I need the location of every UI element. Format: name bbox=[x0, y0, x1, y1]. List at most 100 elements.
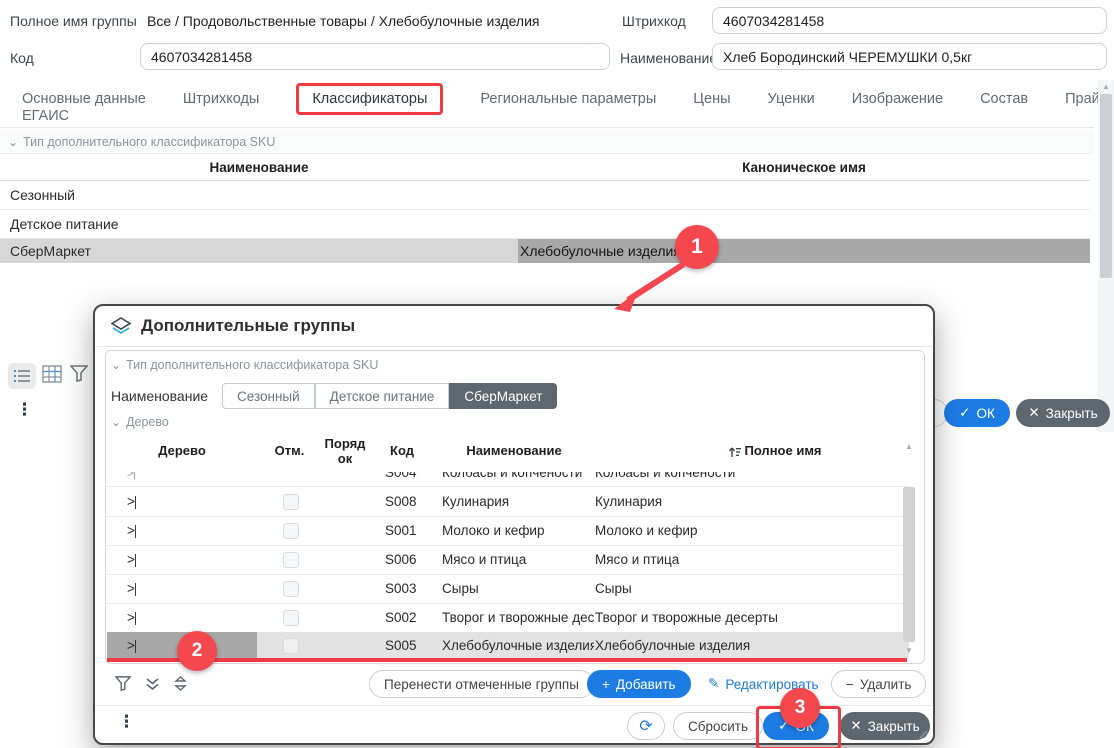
scroll-up-icon[interactable]: ▲ bbox=[1102, 82, 1110, 91]
tab-barcodes[interactable]: Штрихкоды bbox=[183, 91, 259, 107]
table-row[interactable]: Сезонный bbox=[0, 181, 1090, 210]
close-icon: ✕ bbox=[1028, 405, 1039, 421]
reset-button[interactable]: Сбросить bbox=[673, 712, 763, 740]
row-name: СберМаркет bbox=[10, 243, 91, 259]
check-icon: ✓ bbox=[959, 405, 970, 421]
classifier-section-bar[interactable]: ⌄ Тип дополнительного классификатора SKU bbox=[0, 131, 1094, 153]
segment-seasonal[interactable]: Сезонный bbox=[222, 383, 315, 409]
row-checkbox[interactable] bbox=[283, 610, 299, 626]
segment-sbermarket[interactable]: СберМаркет bbox=[449, 383, 557, 409]
mcol-tree[interactable]: Дерево bbox=[107, 444, 257, 459]
table-row[interactable]: >| S008 Кулинария Кулинария bbox=[107, 487, 909, 517]
table-row-selected[interactable]: СберМаркет Хлебобулочные изделия bbox=[0, 239, 1090, 263]
tree-expand-icon[interactable]: >| bbox=[127, 487, 136, 516]
table-row-clipped[interactable]: >| S004 Колбасы и копчености Колбасы и к… bbox=[107, 472, 909, 486]
tab-prices[interactable]: Цены bbox=[693, 91, 730, 107]
modal-toolbar-icons bbox=[115, 676, 187, 691]
tree-expand-icon[interactable]: >| bbox=[127, 516, 136, 545]
dialog-name-label: Наименование bbox=[111, 388, 208, 404]
chevron-down-icon: ⌄ bbox=[8, 135, 18, 149]
tree-section[interactable]: ⌄ Дерево bbox=[111, 415, 169, 429]
dialog-classifier-section[interactable]: ⌄ Тип дополнительного классификатора SKU bbox=[111, 358, 378, 372]
tab-composition[interactable]: Состав bbox=[980, 91, 1028, 107]
annotation-underline bbox=[107, 658, 907, 662]
barcode-input[interactable] bbox=[712, 7, 1107, 34]
modal-scrollbar-thumb[interactable] bbox=[903, 487, 915, 642]
name-label: Наименование bbox=[620, 50, 717, 66]
app-window: Полное имя группы Все / Продовольственны… bbox=[0, 0, 1114, 748]
mcol-fullname[interactable]: Полное имя bbox=[655, 444, 895, 459]
selected-cell-name: СберМаркет bbox=[0, 239, 518, 263]
mcol-checked[interactable]: Отм. bbox=[257, 444, 322, 459]
column-header-canonical[interactable]: Каноническое имя bbox=[518, 160, 1090, 175]
tree-expand-icon[interactable]: >| bbox=[127, 603, 136, 632]
cell-full: Творог и творожные десерты bbox=[595, 603, 905, 632]
cell-code: S004 bbox=[385, 472, 417, 480]
filter-icon[interactable] bbox=[115, 676, 131, 691]
tree-expand-icon[interactable]: >| bbox=[127, 632, 136, 658]
cell-name: Творог и творожные десерты bbox=[442, 603, 594, 632]
cell-code: S006 bbox=[385, 545, 417, 574]
group-name-label: Полное имя группы bbox=[10, 13, 137, 29]
page-ok-button[interactable]: ✓ ОК bbox=[944, 399, 1010, 427]
cell-name: Кулинария bbox=[442, 487, 594, 516]
tab-markdowns[interactable]: Уценки bbox=[768, 91, 815, 107]
cell-name: Сыры bbox=[442, 574, 594, 603]
table-row[interactable]: >| S003 Сыры Сыры bbox=[107, 574, 909, 604]
tab-image[interactable]: Изображение bbox=[852, 91, 943, 107]
cell-code: S003 bbox=[385, 574, 417, 603]
scroll-up-icon[interactable]: ▲ bbox=[905, 442, 913, 451]
row-checkbox[interactable] bbox=[283, 638, 299, 654]
close-label: Закрыть bbox=[868, 719, 920, 734]
row-checkbox[interactable] bbox=[283, 523, 299, 539]
view-list-button[interactable] bbox=[8, 363, 36, 389]
list-view-icon bbox=[14, 369, 30, 383]
ok-label: ОК bbox=[976, 406, 994, 421]
column-header-name[interactable]: Наименование bbox=[0, 160, 518, 175]
reset-label: Сбросить bbox=[688, 719, 748, 734]
page-close-button[interactable]: ✕ Закрыть bbox=[1016, 399, 1110, 427]
expand-all-icon[interactable] bbox=[145, 677, 160, 691]
view-grid-button[interactable] bbox=[42, 365, 62, 383]
row-name: Детское питание bbox=[10, 216, 119, 232]
resize-handle-icon[interactable] bbox=[919, 730, 928, 739]
tab-regional[interactable]: Региональные параметры bbox=[480, 91, 656, 107]
delete-button[interactable]: − Удалить bbox=[831, 670, 926, 698]
filter-icon bbox=[70, 365, 88, 382]
mcol-code[interactable]: Код bbox=[370, 444, 434, 459]
dialog-title-bar: Дополнительные группы bbox=[111, 316, 355, 336]
table-row-selected[interactable]: >| S005 Хлебобулочные изделия Хлебобулоч… bbox=[107, 632, 909, 658]
row-checkbox[interactable] bbox=[283, 581, 299, 597]
page-kebab-menu[interactable]: ⋮ bbox=[16, 400, 33, 420]
table-row[interactable]: >| S001 Молоко и кефир Молоко и кефир bbox=[107, 516, 909, 546]
table-row[interactable]: >| S006 Мясо и птица Мясо и птица bbox=[107, 545, 909, 575]
row-checkbox[interactable] bbox=[283, 552, 299, 568]
tree-expand-icon[interactable]: >| bbox=[127, 574, 136, 603]
tree-expand-icon[interactable]: >| bbox=[127, 545, 136, 574]
filter-button[interactable] bbox=[70, 365, 88, 383]
tree-expand-icon[interactable]: >| bbox=[127, 472, 135, 486]
code-input[interactable] bbox=[140, 43, 610, 70]
modal-close-button[interactable]: ✕ Закрыть bbox=[840, 712, 930, 740]
tab-egais[interactable]: ЕГАИС bbox=[22, 108, 69, 124]
scroll-down-icon[interactable]: ▼ bbox=[905, 646, 913, 655]
sort-updown-icon[interactable] bbox=[174, 676, 187, 691]
transfer-groups-button[interactable]: Перенести отмеченные группы bbox=[369, 670, 594, 698]
row-checkbox[interactable] bbox=[283, 494, 299, 510]
classifier-section-title: Тип дополнительного классификатора SKU bbox=[23, 135, 275, 149]
page-scrollbar-thumb[interactable] bbox=[1100, 94, 1112, 278]
tab-classifiers[interactable]: Классификаторы bbox=[296, 83, 443, 115]
refresh-button[interactable]: ⟳ bbox=[627, 712, 665, 740]
modal-kebab-menu[interactable]: ⋮ bbox=[118, 712, 135, 732]
table-row[interactable]: Детское питание bbox=[0, 210, 1090, 239]
segment-babyfood[interactable]: Детское питание bbox=[315, 383, 450, 409]
mcol-order[interactable]: Порядок bbox=[322, 437, 368, 467]
tab-main-data[interactable]: Основные данные bbox=[22, 91, 146, 107]
add-button[interactable]: + Добавить bbox=[587, 670, 691, 698]
mcol-name[interactable]: Наименование bbox=[434, 444, 594, 459]
table-row[interactable]: >| S002 Творог и творожные десерты Творо… bbox=[107, 603, 909, 633]
plus-icon: + bbox=[602, 677, 610, 692]
barcode-label: Штрихкод bbox=[622, 13, 686, 29]
name-input[interactable] bbox=[712, 43, 1107, 70]
cell-code: S002 bbox=[385, 603, 417, 632]
